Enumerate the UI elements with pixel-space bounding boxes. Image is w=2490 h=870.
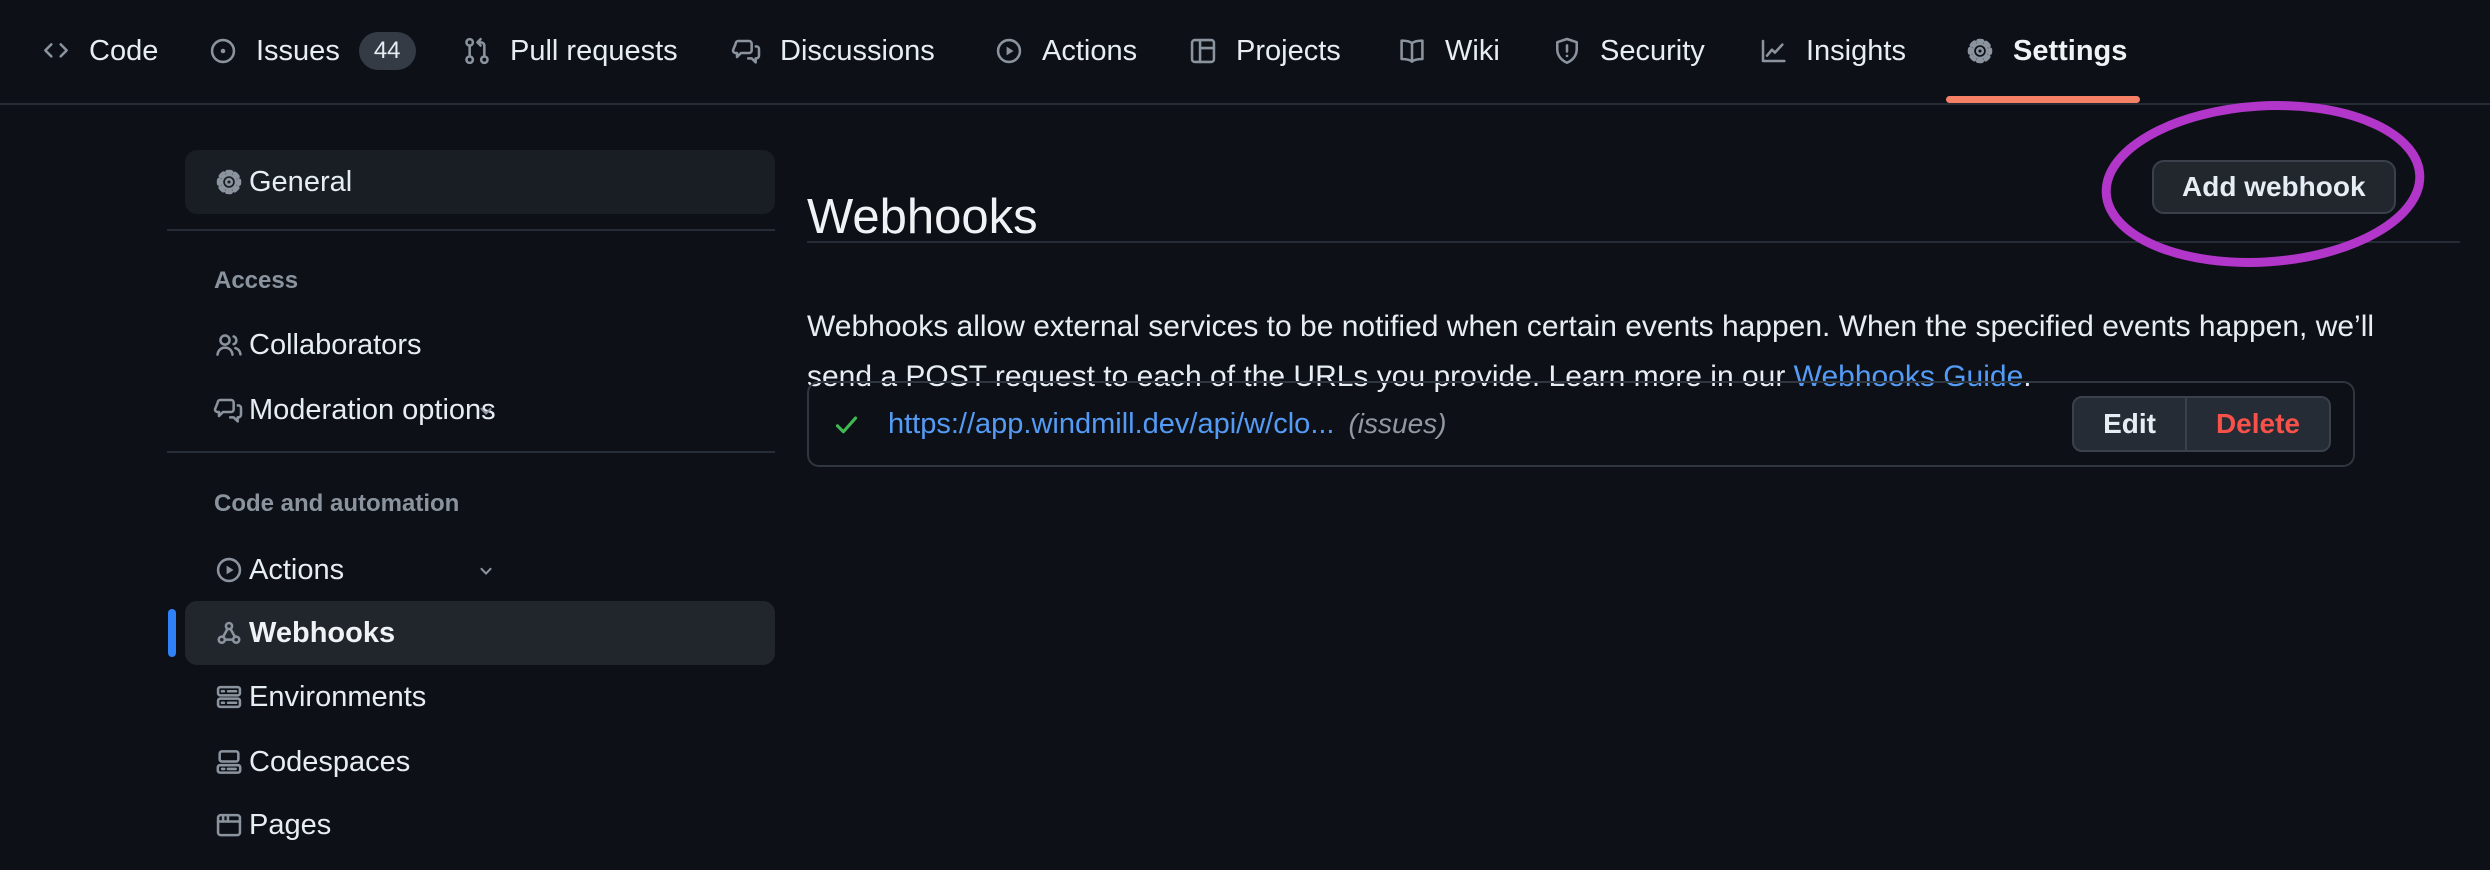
browser-icon — [213, 809, 245, 841]
edit-webhook-button[interactable]: Edit — [2074, 398, 2185, 450]
sidebar-item-label: Webhooks — [249, 617, 395, 650]
page-title: Webhooks — [807, 189, 1038, 245]
sidebar-section-header-code-and-automation: Code and automation — [214, 490, 459, 518]
tab-code[interactable]: Code — [40, 0, 158, 102]
webhooks-settings-main: Webhooks Add webhook Webhooks allow exte… — [807, 0, 2460, 870]
sidebar-divider — [167, 451, 775, 453]
github-repo-settings-page: Code Issues 44 Pull requests Discussions… — [0, 0, 2490, 870]
sidebar-item-moderation-options[interactable]: Moderation options — [185, 378, 775, 442]
sidebar-divider — [167, 229, 775, 231]
selected-item-accent-bar — [168, 609, 176, 657]
sidebar-item-pages[interactable]: Pages — [185, 793, 775, 857]
sidebar-item-label: Collaborators — [249, 329, 421, 362]
sidebar-item-label: General — [249, 166, 352, 199]
webhook-icon — [213, 617, 245, 649]
sidebar-item-label: Environments — [249, 681, 426, 714]
description-line1: Webhooks allow external services to be n… — [807, 310, 2374, 343]
title-divider — [807, 241, 2460, 243]
sidebar-item-label: Pages — [249, 809, 331, 842]
chevron-down-icon — [213, 558, 759, 584]
sidebar-item-collaborators[interactable]: Collaborators — [185, 313, 775, 377]
server-icon — [213, 681, 245, 713]
gear-icon — [213, 166, 245, 198]
webhook-actions-group: Edit Delete — [2072, 396, 2331, 452]
codespaces-icon — [213, 746, 245, 778]
webhook-events: (issues) — [1348, 408, 1446, 440]
settings-sidebar: General Access Collaborators Moderation … — [185, 0, 775, 870]
sidebar-section-header-access: Access — [214, 267, 298, 295]
sidebar-item-label: Codespaces — [249, 746, 410, 779]
code-icon — [40, 35, 72, 67]
sidebar-item-webhooks[interactable]: Webhooks — [185, 601, 775, 665]
webhook-url-link[interactable]: https://app.windmill.dev/api/w/clo... — [888, 408, 1334, 441]
people-icon — [213, 329, 245, 361]
sidebar-item-actions[interactable]: Actions — [185, 538, 775, 602]
delete-webhook-button[interactable]: Delete — [2187, 398, 2329, 450]
sidebar-item-environments[interactable]: Environments — [185, 665, 775, 729]
sidebar-item-codespaces[interactable]: Codespaces — [185, 730, 775, 794]
delivery-success-check-icon — [831, 409, 862, 440]
sidebar-item-general[interactable]: General — [185, 150, 775, 214]
tab-label: Code — [89, 35, 158, 68]
chevron-down-icon — [213, 398, 759, 424]
add-webhook-button[interactable]: Add webhook — [2152, 160, 2396, 214]
webhook-list-item: https://app.windmill.dev/api/w/clo... (i… — [807, 381, 2355, 467]
